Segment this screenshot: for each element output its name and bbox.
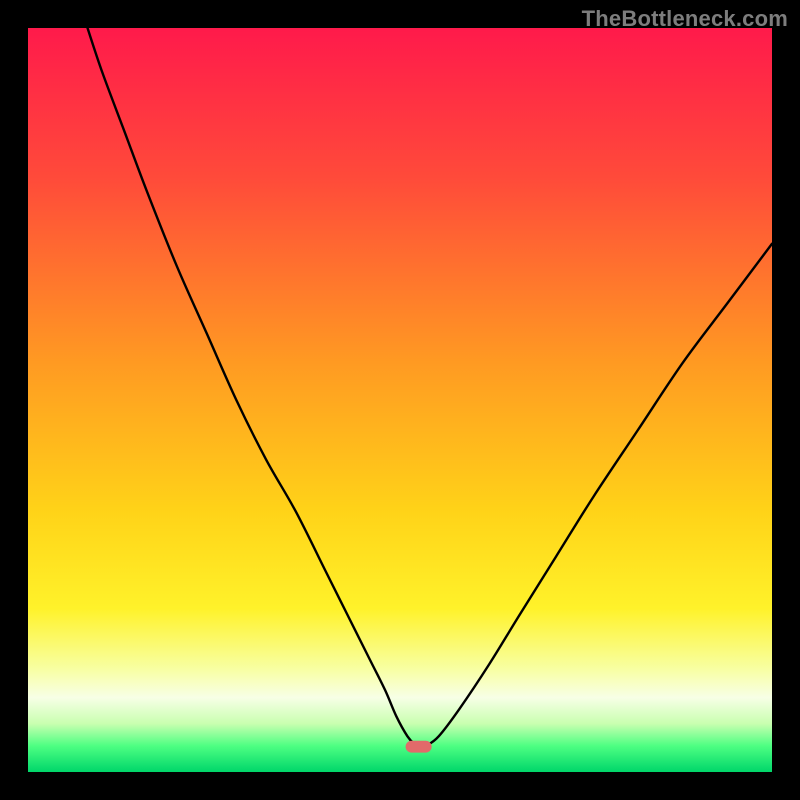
plot-area (28, 28, 772, 772)
chart-frame: TheBottleneck.com (0, 0, 800, 800)
watermark-text: TheBottleneck.com (582, 6, 788, 32)
gradient-background (28, 28, 772, 772)
plot-svg (28, 28, 772, 772)
optimum-marker (406, 741, 432, 753)
